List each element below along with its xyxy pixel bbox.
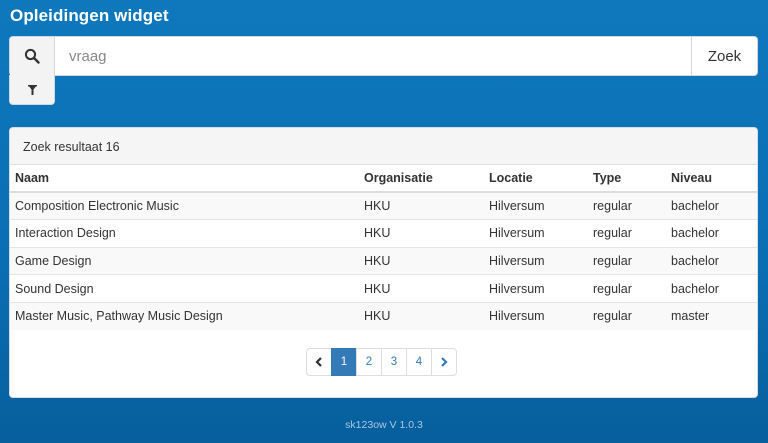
table-row[interactable]: Sound Design HKU Hilversum regular bache… <box>10 274 757 303</box>
cell-locatie: Hilversum <box>484 246 588 275</box>
search-bar: Zoek <box>9 36 758 76</box>
filter-toggle-button[interactable] <box>9 75 55 105</box>
pagination: 1 2 3 4 <box>306 348 457 376</box>
column-header-naam: Naam <box>10 165 359 193</box>
cell-locatie: Hilversum <box>484 191 588 220</box>
chevron-left-icon <box>315 357 322 367</box>
cell-naam: Interaction Design <box>10 219 359 248</box>
pagination-page-3[interactable]: 3 <box>381 348 407 376</box>
cell-type: regular <box>588 219 666 248</box>
cell-niveau: master <box>666 301 757 330</box>
search-icon <box>24 48 40 64</box>
cell-naam: Sound Design <box>10 274 359 303</box>
cell-organisatie: HKU <box>359 219 484 248</box>
chevron-right-icon <box>441 357 448 367</box>
search-icon-button[interactable] <box>10 37 55 75</box>
search-button[interactable]: Zoek <box>691 37 757 75</box>
table-row[interactable]: Interaction Design HKU Hilversum regular… <box>10 219 757 248</box>
cell-organisatie: HKU <box>359 274 484 303</box>
search-input[interactable] <box>55 37 691 75</box>
pagination-page-4[interactable]: 4 <box>406 348 432 376</box>
cell-naam: Composition Electronic Music <box>10 191 359 220</box>
cell-locatie: Hilversum <box>484 219 588 248</box>
cell-niveau: bachelor <box>666 274 757 303</box>
cell-organisatie: HKU <box>359 191 484 220</box>
column-header-niveau: Niveau <box>666 165 757 193</box>
widget-title: Opleidingen widget <box>10 6 169 25</box>
cell-type: regular <box>588 274 666 303</box>
column-header-organisatie: Organisatie <box>359 165 484 193</box>
cell-organisatie: HKU <box>359 301 484 330</box>
column-header-type: Type <box>588 165 666 193</box>
results-panel: Zoek resultaat 16 Naam Organisatie Locat… <box>9 127 758 398</box>
cell-type: regular <box>588 191 666 220</box>
filter-icon <box>27 84 37 95</box>
pagination-next-button[interactable] <box>431 348 457 376</box>
pagination-page-2[interactable]: 2 <box>356 348 382 376</box>
cell-niveau: bachelor <box>666 246 757 275</box>
cell-locatie: Hilversum <box>484 274 588 303</box>
cell-type: regular <box>588 301 666 330</box>
column-header-locatie: Locatie <box>484 165 588 193</box>
cell-type: regular <box>588 246 666 275</box>
table-header-row: Naam Organisatie Locatie Type Niveau <box>10 165 757 193</box>
table-row[interactable]: Game Design HKU Hilversum regular bachel… <box>10 246 757 275</box>
pagination-prev-button[interactable] <box>306 348 332 376</box>
results-count: Zoek resultaat 16 <box>10 128 757 165</box>
table-row[interactable]: Composition Electronic Music HKU Hilvers… <box>10 191 757 220</box>
results-table: Naam Organisatie Locatie Type Niveau Com… <box>10 165 757 330</box>
cell-niveau: bachelor <box>666 191 757 220</box>
pagination-page-1[interactable]: 1 <box>331 348 357 376</box>
version-footer: sk123ow V 1.0.3 <box>345 419 423 431</box>
cell-organisatie: HKU <box>359 246 484 275</box>
cell-naam: Master Music, Pathway Music Design <box>10 301 359 330</box>
cell-locatie: Hilversum <box>484 301 588 330</box>
cell-niveau: bachelor <box>666 219 757 248</box>
table-row[interactable]: Master Music, Pathway Music Design HKU H… <box>10 301 757 330</box>
cell-naam: Game Design <box>10 246 359 275</box>
